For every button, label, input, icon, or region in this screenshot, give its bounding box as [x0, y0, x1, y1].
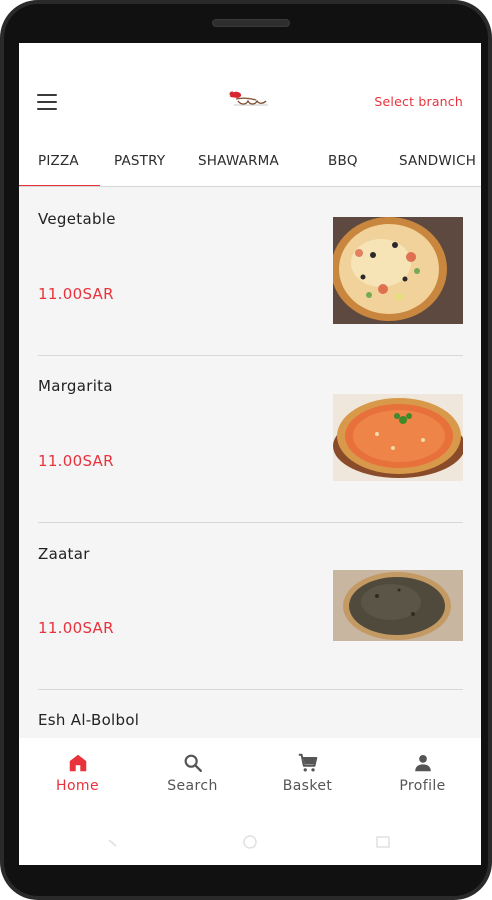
- nav-search-label: Search: [167, 778, 218, 794]
- phone-frame: Select branch PIZZA PASTRY SHAWARMA BBQ …: [0, 0, 492, 900]
- system-navigation-bar: [19, 834, 481, 854]
- list-item-vegetable[interactable]: Vegetable 11.00SAR: [19, 188, 481, 355]
- item-name: Zaatar: [38, 545, 90, 563]
- zaatar-pizza-image: [333, 570, 463, 641]
- menu-icon[interactable]: [37, 94, 57, 110]
- restaurant-logo: [222, 73, 278, 131]
- system-recents-icon: [376, 836, 390, 848]
- tab-bbq[interactable]: BBQ: [328, 153, 358, 169]
- list-item-esh-al-bolbol[interactable]: Esh Al-Bolbol: [19, 690, 481, 738]
- person-icon: [365, 752, 480, 774]
- nav-search[interactable]: Search: [135, 752, 250, 794]
- bottom-navigation: Home Search Basket Profile: [19, 738, 481, 865]
- product-list: Vegetable 11.00SAR Margarita 11.00SAR Za…: [19, 188, 481, 738]
- tab-pizza[interactable]: PIZZA: [38, 153, 79, 169]
- cart-icon: [250, 752, 365, 774]
- margarita-pizza-image: [333, 394, 463, 481]
- phone-speaker: [212, 19, 290, 27]
- nav-basket[interactable]: Basket: [250, 752, 365, 794]
- app-bar: Select branch: [19, 43, 481, 133]
- home-icon: [20, 752, 135, 774]
- list-item-margarita[interactable]: Margarita 11.00SAR: [19, 356, 481, 523]
- vegetable-pizza-image: [333, 217, 463, 324]
- phone-bezel: Select branch PIZZA PASTRY SHAWARMA BBQ …: [4, 4, 488, 896]
- nav-profile[interactable]: Profile: [365, 752, 480, 794]
- nav-basket-label: Basket: [282, 778, 333, 794]
- nav-home-label: Home: [56, 778, 99, 794]
- tab-shawarma[interactable]: SHAWARMA: [198, 153, 279, 169]
- search-icon: [135, 752, 250, 774]
- app-screen: Select branch PIZZA PASTRY SHAWARMA BBQ …: [19, 43, 481, 865]
- item-price: 11.00SAR: [38, 285, 114, 303]
- item-price: 11.00SAR: [38, 452, 114, 470]
- nav-profile-label: Profile: [399, 778, 446, 794]
- active-tab-indicator: [19, 185, 100, 186]
- item-name: Margarita: [38, 377, 113, 395]
- system-back-icon: [108, 839, 117, 847]
- item-name: Vegetable: [38, 210, 116, 228]
- tab-pastry[interactable]: PASTRY: [114, 153, 165, 169]
- tab-sandwich[interactable]: SANDWICH: [399, 153, 476, 169]
- item-price: 11.00SAR: [38, 619, 114, 637]
- item-name: Esh Al-Bolbol: [38, 711, 140, 729]
- system-home-icon: [243, 835, 257, 849]
- nav-home[interactable]: Home: [20, 752, 135, 794]
- list-item-zaatar[interactable]: Zaatar 11.00SAR: [19, 523, 481, 690]
- category-tabs: PIZZA PASTRY SHAWARMA BBQ SANDWICH: [19, 133, 481, 187]
- select-branch-button[interactable]: Select branch: [374, 94, 463, 109]
